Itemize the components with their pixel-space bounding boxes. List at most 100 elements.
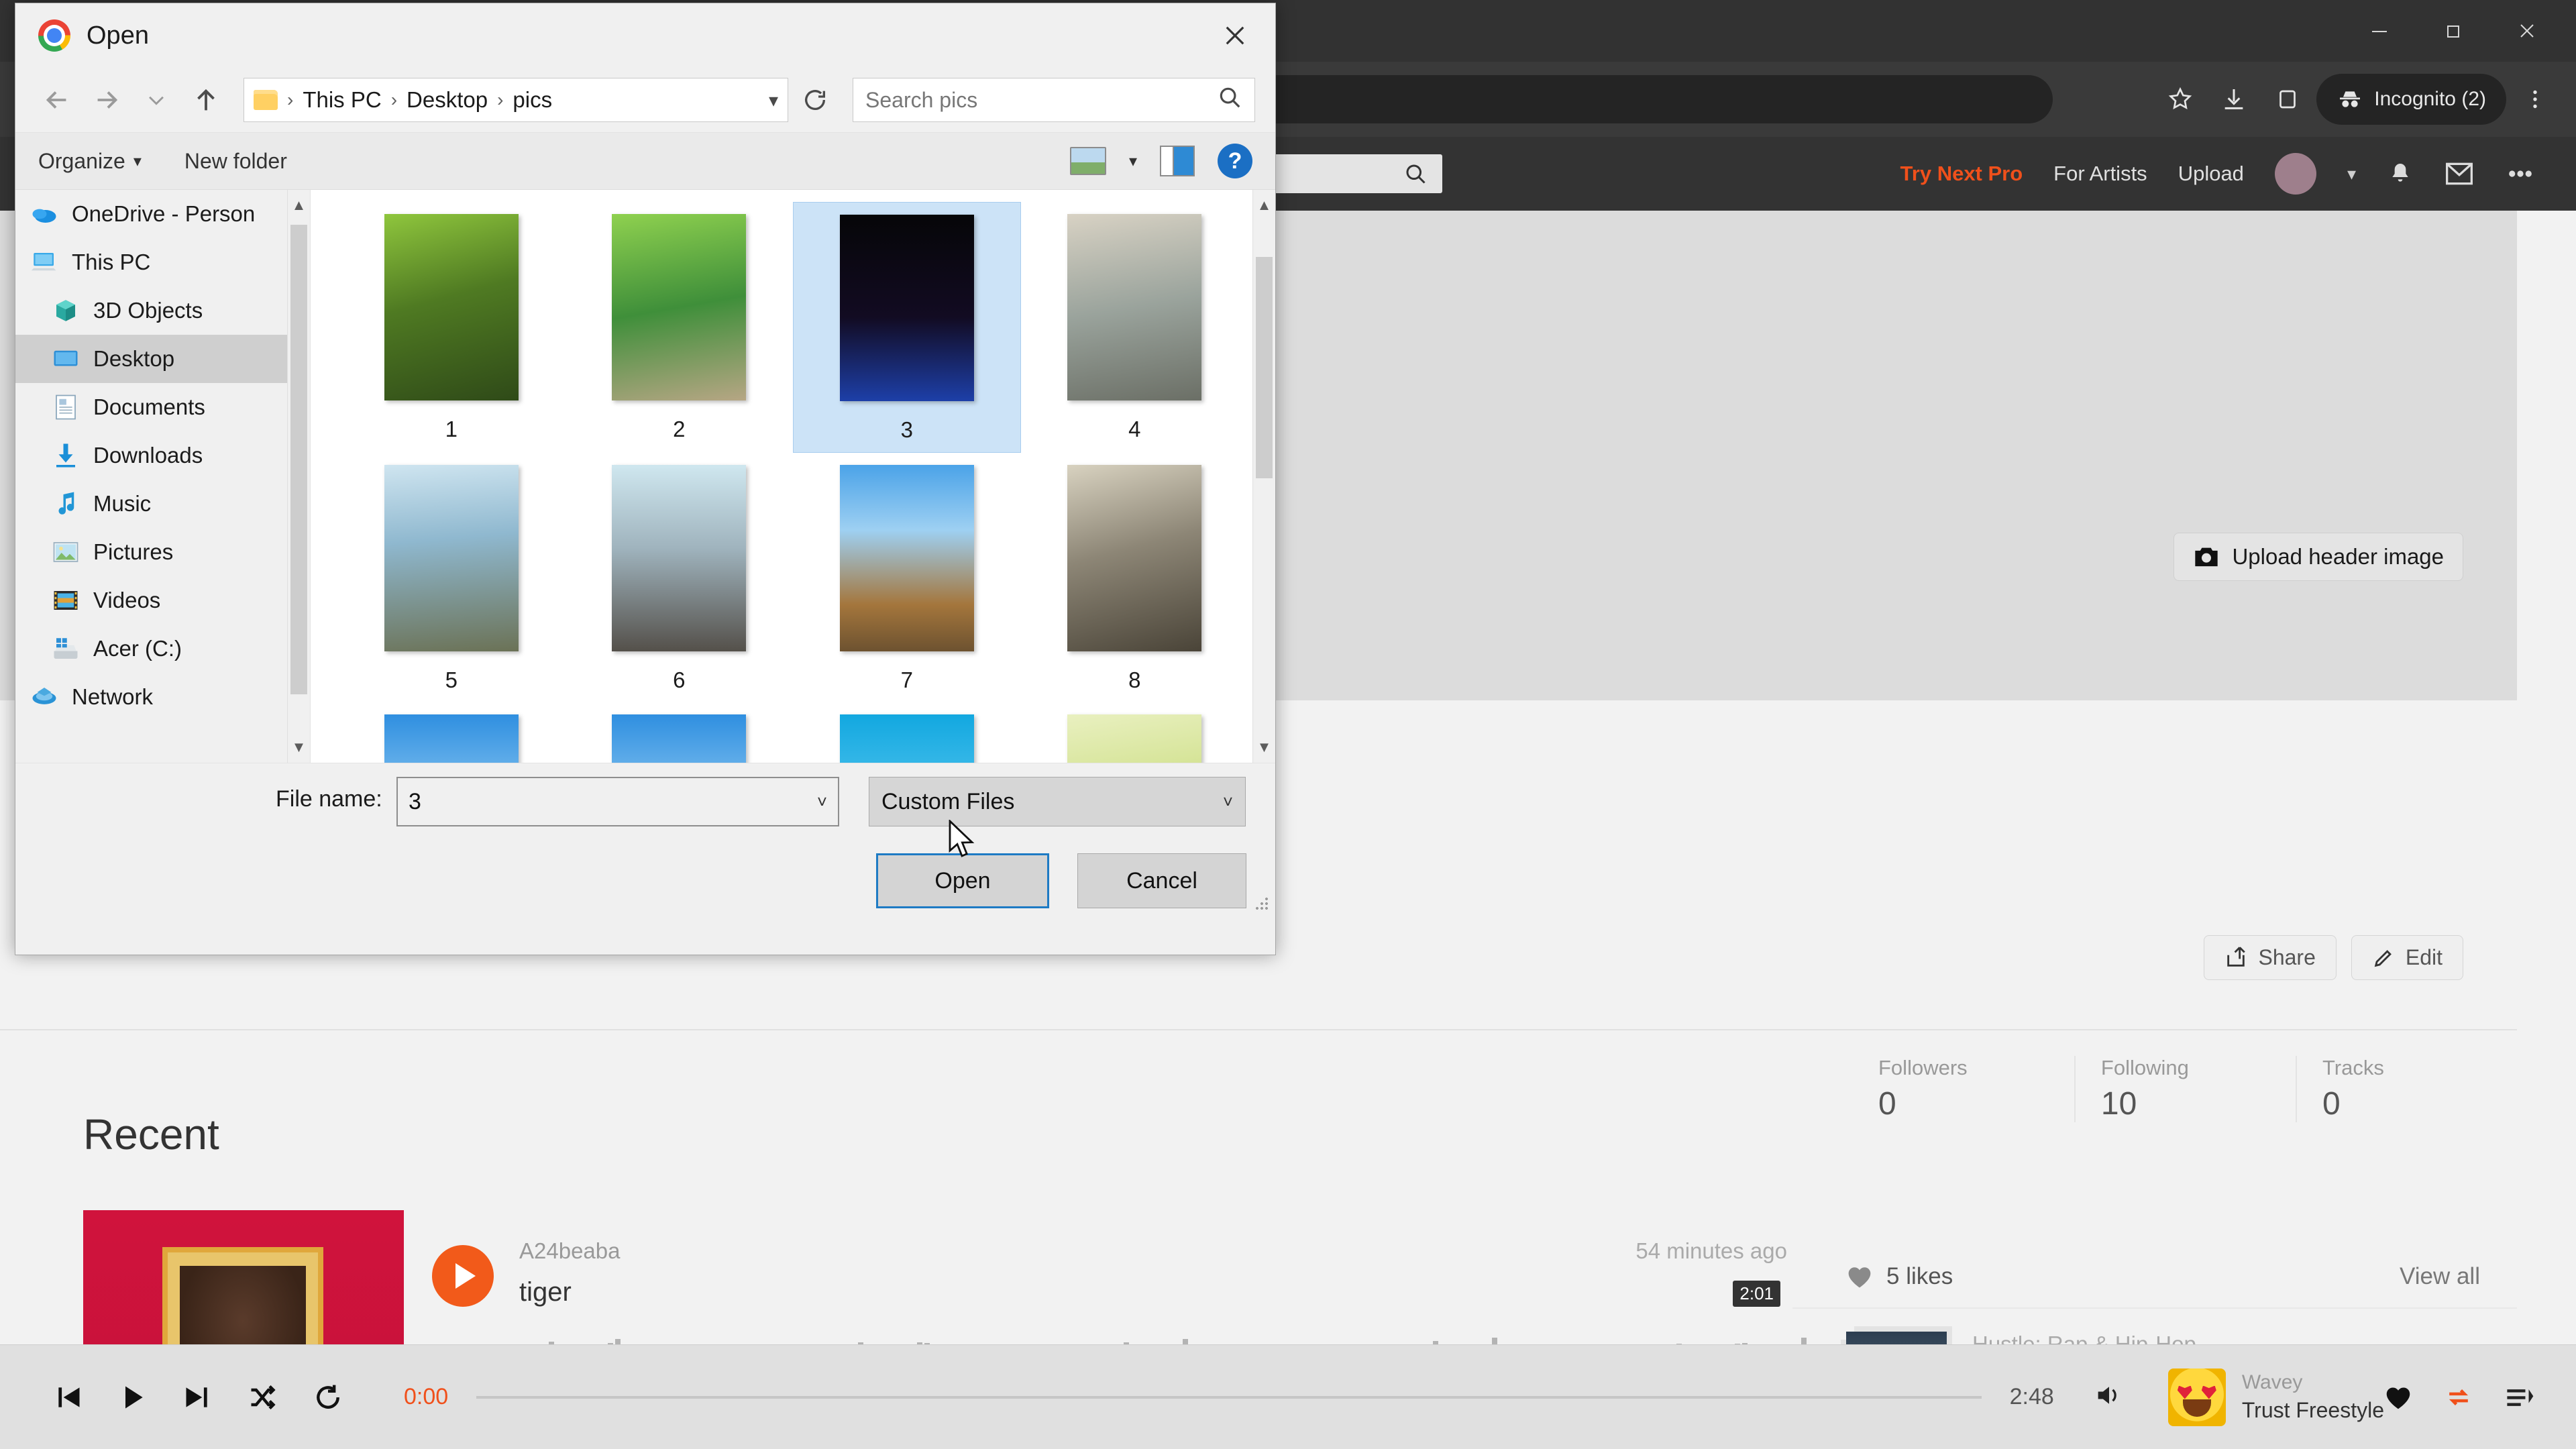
back-icon[interactable] <box>36 78 78 121</box>
file-item[interactable]: 1 <box>337 202 566 453</box>
file-name-input[interactable]: 3 ˅ <box>396 777 839 826</box>
help-icon[interactable]: ? <box>1218 144 1252 178</box>
nav-upload[interactable]: Upload <box>2178 162 2244 186</box>
sidebar-item-documents[interactable]: Documents <box>15 383 310 431</box>
scroll-down-icon[interactable]: ▼ <box>1253 732 1275 763</box>
stat-value: 0 <box>1878 1086 1896 1122</box>
sidebar-item-this-pc[interactable]: This PC <box>15 238 310 286</box>
view-all-link[interactable]: View all <box>2400 1263 2480 1290</box>
resize-grip[interactable] <box>1255 897 1270 912</box>
play-icon[interactable] <box>118 1383 148 1412</box>
scroll-up-icon[interactable]: ▲ <box>1253 190 1275 221</box>
file-list-scrollbar[interactable]: ▲ ▼ <box>1252 190 1275 763</box>
file-item[interactable]: 4 <box>1021 202 1249 453</box>
sidebar-item-downloads[interactable]: Downloads <box>15 431 310 480</box>
file-item[interactable]: 3 <box>793 202 1021 453</box>
side-panel-icon[interactable] <box>2263 74 2312 124</box>
file-item[interactable] <box>793 702 1021 763</box>
chevron-down-icon[interactable]: ▾ <box>2347 164 2356 184</box>
incognito-indicator[interactable]: Incognito (2) <box>2316 74 2506 125</box>
download-icon[interactable] <box>2209 74 2259 124</box>
track-user[interactable]: A24beaba <box>519 1238 620 1264</box>
refresh-icon[interactable] <box>795 87 835 113</box>
stat-following[interactable]: Following 10 <box>2074 1056 2296 1122</box>
forward-icon[interactable] <box>85 78 128 121</box>
track-title[interactable]: tiger <box>519 1277 572 1307</box>
chevron-down-icon[interactable]: ˅ <box>817 792 827 812</box>
organize-button[interactable]: Organize ▾ <box>38 149 142 174</box>
heart-icon[interactable] <box>2384 1385 2412 1410</box>
cancel-button[interactable]: Cancel <box>1077 853 1246 908</box>
sidebar-item-music[interactable]: Music <box>15 480 310 528</box>
file-type-filter-select[interactable]: Custom Files ˅ <box>869 777 1246 826</box>
sidebar-item-pictures[interactable]: Pictures <box>15 528 310 576</box>
open-button[interactable]: Open <box>876 853 1049 908</box>
sidebar-scrollbar[interactable]: ▲ ▼ <box>287 190 310 763</box>
sidebar-item-network[interactable]: Network <box>15 673 310 721</box>
stat-followers[interactable]: Followers 0 <box>1853 1056 2074 1122</box>
kebab-menu-icon[interactable] <box>2510 74 2560 124</box>
file-item[interactable] <box>337 702 566 763</box>
nav-try-pro[interactable]: Try Next Pro <box>1900 162 2023 186</box>
prev-icon[interactable] <box>54 1383 83 1412</box>
breadcrumb-item-2[interactable]: pics <box>513 87 552 113</box>
breadcrumb[interactable]: › This PC › Desktop › pics ▾ <box>244 78 788 122</box>
share-button[interactable]: Share <box>2204 935 2337 980</box>
close-button[interactable] <box>2490 0 2564 62</box>
scroll-up-icon[interactable]: ▲ <box>288 190 310 221</box>
sidebar-item-acer-c[interactable]: Acer (C:) <box>15 625 310 673</box>
now-playing[interactable]: Wavey Trust Freestyle <box>2167 1368 2384 1426</box>
repost-icon[interactable] <box>2445 1385 2473 1410</box>
new-folder-button[interactable]: New folder <box>184 149 287 174</box>
file-item[interactable] <box>566 702 794 763</box>
up-icon[interactable] <box>184 78 227 121</box>
sidebar-item-label: Videos <box>93 588 161 612</box>
sidebar-item-3d-objects[interactable]: 3D Objects <box>15 286 310 335</box>
next-icon[interactable] <box>182 1383 212 1412</box>
volume-icon[interactable] <box>2094 1382 2124 1412</box>
dialog-close-button[interactable] <box>1195 3 1275 68</box>
play-track-button[interactable] <box>432 1245 494 1307</box>
shuffle-icon[interactable] <box>247 1383 278 1412</box>
open-file-dialog: Open › This PC › Desktop › pics ▾ Search… <box>15 3 1276 955</box>
view-layout-icon[interactable] <box>1069 147 1106 175</box>
chevron-down-icon[interactable]: ˅ <box>1223 792 1233 812</box>
scrollbar-thumb[interactable] <box>290 225 307 694</box>
scrollbar-thumb[interactable] <box>1256 257 1273 478</box>
dialog-toolbar: Organize ▾ New folder ▾ ? <box>15 132 1275 190</box>
file-item[interactable]: 8 <box>1021 453 1249 702</box>
breadcrumb-item-0[interactable]: This PC <box>303 87 381 113</box>
sidebar-item-desktop[interactable]: Desktop <box>15 335 310 383</box>
dialog-navbar: › This PC › Desktop › pics ▾ Search pics <box>15 68 1275 132</box>
scroll-down-icon[interactable]: ▼ <box>288 732 310 763</box>
stat-label: Tracks <box>2322 1056 2384 1079</box>
edit-button[interactable]: Edit <box>2351 935 2463 980</box>
breadcrumb-dropdown-icon[interactable]: ▾ <box>769 89 778 111</box>
file-item[interactable] <box>1021 702 1249 763</box>
upload-header-image-button[interactable]: Upload header image <box>2174 533 2463 581</box>
recent-locations-icon[interactable] <box>135 78 178 121</box>
avatar[interactable] <box>2274 153 2316 195</box>
file-item[interactable]: 5 <box>337 453 566 702</box>
chevron-down-icon[interactable]: ▾ <box>1129 152 1137 171</box>
repeat-icon[interactable] <box>313 1383 343 1412</box>
queue-icon[interactable] <box>2505 1385 2534 1410</box>
dialog-search-input[interactable]: Search pics <box>853 78 1255 122</box>
more-dots-icon[interactable] <box>2505 160 2536 187</box>
file-item[interactable]: 7 <box>793 453 1021 702</box>
sidebar-item-videos[interactable]: Videos <box>15 576 310 625</box>
star-icon[interactable] <box>2155 74 2205 124</box>
mail-icon[interactable] <box>2445 160 2474 187</box>
preview-pane-icon[interactable] <box>1160 146 1195 176</box>
nav-for-artists[interactable]: For Artists <box>2053 162 2147 186</box>
breadcrumb-item-1[interactable]: Desktop <box>407 87 488 113</box>
pencil-icon <box>2374 949 2392 967</box>
sidebar-item-onedrive-person[interactable]: OneDrive - Person <box>15 190 310 238</box>
file-item[interactable]: 2 <box>566 202 794 453</box>
restore-button[interactable] <box>2416 0 2490 62</box>
bell-icon[interactable] <box>2387 160 2414 187</box>
player-progress-bar[interactable] <box>476 1395 1982 1399</box>
file-item[interactable]: 6 <box>566 453 794 702</box>
stat-tracks[interactable]: Tracks 0 <box>2295 1056 2517 1122</box>
minimize-button[interactable] <box>2343 0 2416 62</box>
